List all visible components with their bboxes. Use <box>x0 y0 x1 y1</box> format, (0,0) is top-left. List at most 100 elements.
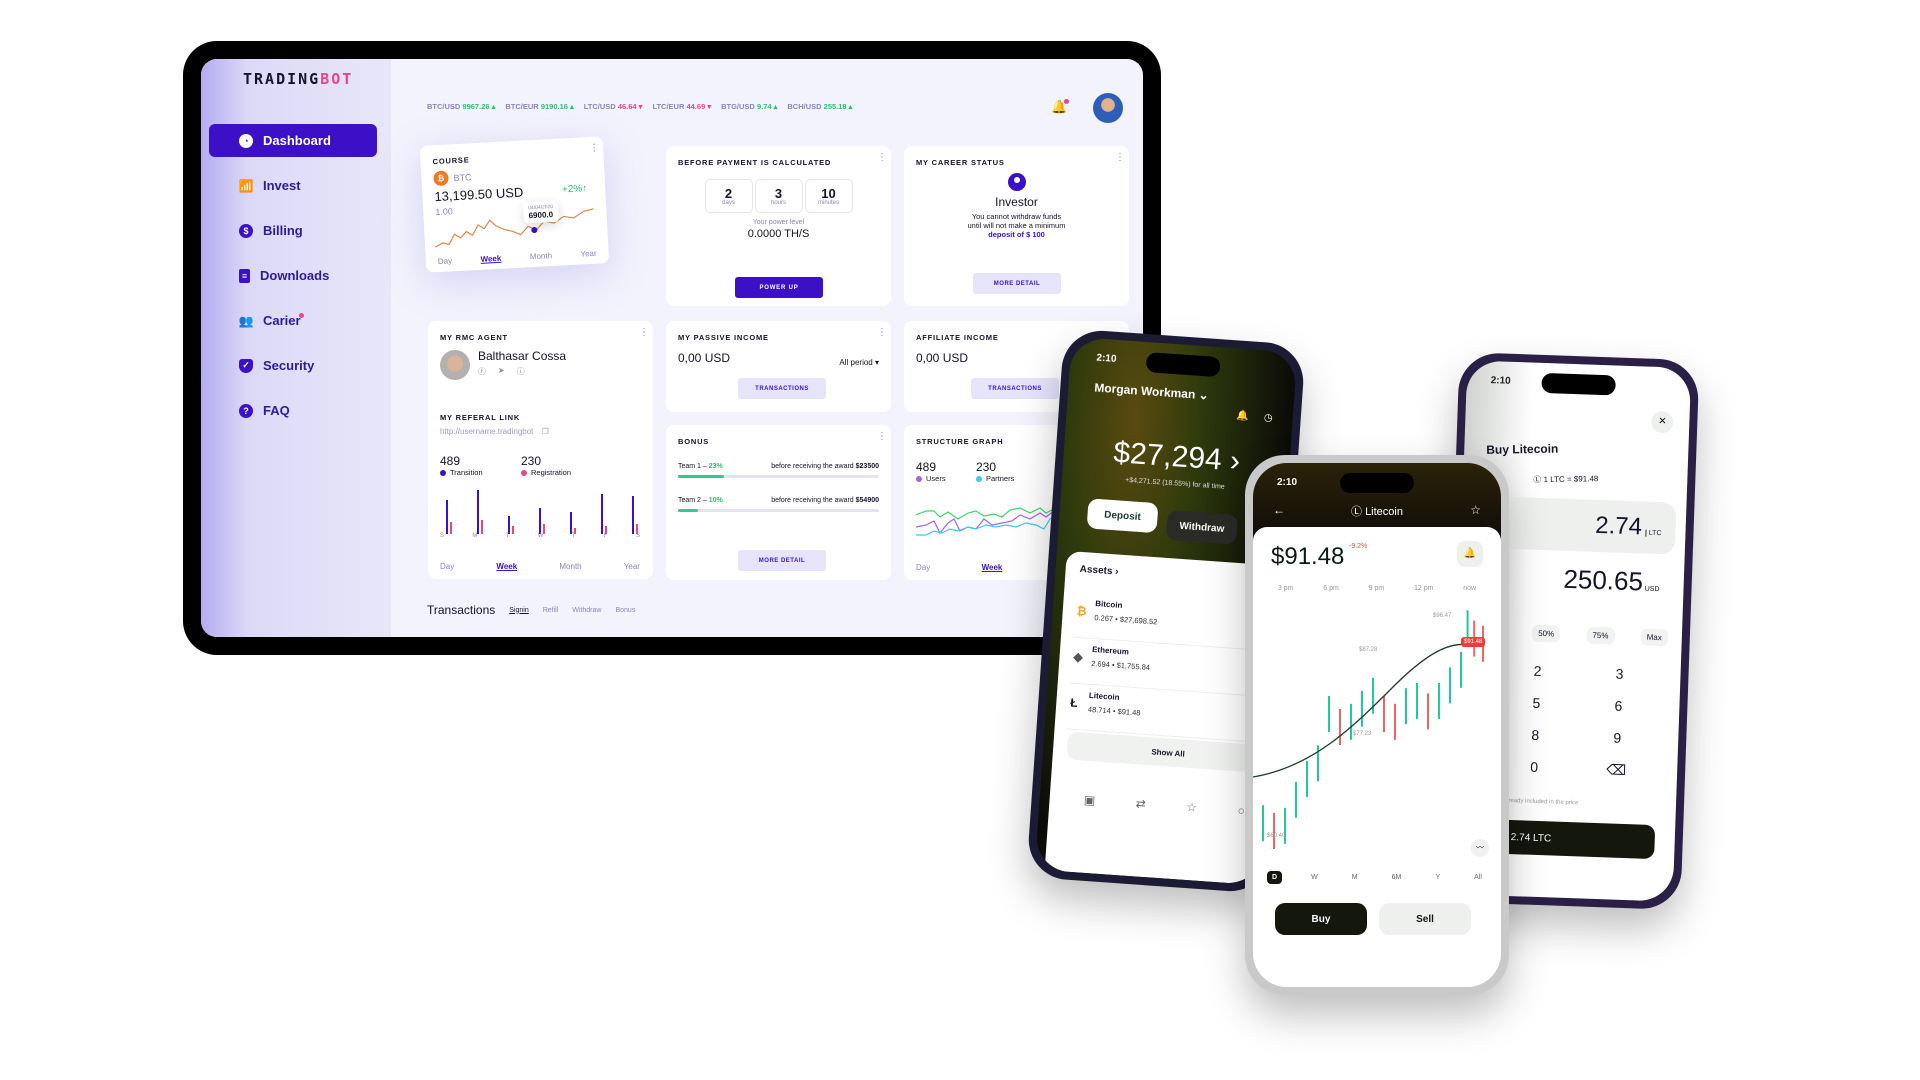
agent-card: MY RMC AGENT ⋮ Balthasar Cossa ⓕ ➤ ⓘ MY RE… <box>428 321 653 579</box>
countdown-minutes: 10 minutes <box>804 179 853 213</box>
power-up-button[interactable]: POWER UP <box>735 277 823 298</box>
withdraw-button[interactable]: Withdraw <box>1165 509 1238 545</box>
more-detail-button[interactable]: MORE DETAIL <box>738 550 826 571</box>
deposit-button[interactable]: Deposit <box>1086 498 1159 534</box>
course-change: +2%↑ <box>561 183 588 196</box>
linkedin-icon[interactable]: ⓘ <box>517 366 525 377</box>
key-6[interactable]: 6 <box>1577 696 1660 715</box>
tab-month[interactable]: Month <box>559 562 581 571</box>
bar-day-labels: SMTWTFS <box>440 533 640 539</box>
tab-signin[interactable]: Signin <box>509 607 528 614</box>
tab-week[interactable]: Week <box>496 562 517 571</box>
percent-button[interactable]: Max <box>1640 628 1669 647</box>
sidebar-item-invest[interactable]: 📶 Invest <box>209 169 377 202</box>
sidebar-item-security[interactable]: ✓ Security <box>209 349 377 382</box>
bell-icon[interactable]: 🔔 <box>1236 410 1249 422</box>
user-avatar[interactable] <box>1093 93 1123 123</box>
stat-users: 489 Users <box>916 460 946 483</box>
percent-button[interactable]: 50% <box>1531 624 1561 643</box>
key-9[interactable]: 9 <box>1576 728 1659 747</box>
backspace-icon[interactable]: ⌫ <box>1575 760 1658 780</box>
agent-name: Balthasar Cossa <box>478 349 567 363</box>
logo-accent: BOT <box>320 70 354 88</box>
course-line-chart <box>434 208 594 248</box>
stat-registration: 230 Registration <box>521 454 572 477</box>
coin-label: BTC <box>453 171 472 183</box>
range-all[interactable]: All <box>1469 871 1487 884</box>
tab-month[interactable]: Month <box>530 251 553 261</box>
more-menu-icon[interactable]: ⋮ <box>639 328 649 338</box>
transactions-title: Transactions <box>427 603 496 617</box>
range-6m[interactable]: 6M <box>1387 871 1407 884</box>
swap-icon[interactable]: ⇄ <box>1135 796 1146 811</box>
asset-name: Ethereum <box>1091 644 1130 657</box>
ethereum-icon: ◆ <box>1073 649 1084 665</box>
current-price-tag: $91.48 <box>1461 637 1486 647</box>
tab-bonus[interactable]: Bonus <box>615 607 635 614</box>
tab-day[interactable]: Day <box>440 562 454 571</box>
countdown-hours: 3 hours <box>754 179 803 213</box>
history-icon[interactable]: ◷ <box>1264 412 1273 424</box>
sidebar-item-downloads[interactable]: ≡ Downloads <box>209 259 377 292</box>
key-3[interactable]: 3 <box>1578 664 1661 683</box>
more-menu-icon[interactable]: ⋮ <box>589 142 600 154</box>
telegram-icon[interactable]: ➤ <box>498 366 505 377</box>
day-label: W <box>537 533 544 539</box>
question-icon: ? <box>239 403 253 418</box>
time-axis-labels: 3 pm 6 pm 9 pm 12 pm now <box>1263 585 1491 592</box>
tab-year[interactable]: Year <box>580 249 597 259</box>
time-label: 9 pm <box>1368 585 1385 592</box>
more-menu-icon[interactable]: ⋮ <box>877 328 887 338</box>
bar <box>539 508 541 534</box>
tab-day[interactable]: Day <box>916 563 930 572</box>
dollar-icon: $ <box>239 223 253 238</box>
course-period-tabs: Day Week Month Year <box>438 249 597 266</box>
facebook-icon[interactable]: ⓕ <box>478 366 486 377</box>
range-m[interactable]: M <box>1347 871 1363 884</box>
career-note: until will not make a minimum <box>967 221 1066 230</box>
range-w[interactable]: W <box>1306 871 1323 884</box>
tab-day[interactable]: Day <box>438 256 453 266</box>
referral-link[interactable]: http://username.tradingbot <box>440 427 533 436</box>
tab-week[interactable]: Week <box>480 254 501 264</box>
sidebar-item-dashboard[interactable]: ◔ Dashboard <box>209 124 377 157</box>
tab-year[interactable]: Year <box>624 562 640 571</box>
more-menu-icon[interactable]: ⋮ <box>877 432 887 442</box>
ticker-item: BTC/EUR 9190.16 ▴ <box>505 102 574 111</box>
range-d[interactable]: D <box>1267 871 1283 884</box>
range-y[interactable]: Y <box>1430 871 1445 884</box>
more-menu-icon[interactable]: ⋮ <box>1115 153 1125 163</box>
time-label: 12 pm <box>1413 585 1434 592</box>
sell-button[interactable]: Sell <box>1379 903 1471 935</box>
more-menu-icon[interactable]: ⋮ <box>877 153 887 163</box>
copy-icon[interactable]: ❐ <box>542 427 549 436</box>
tab-week[interactable]: Week <box>982 563 1003 572</box>
asset-name: Litecoin <box>1088 690 1120 702</box>
percent-button[interactable]: 75% <box>1586 626 1615 645</box>
bell-icon[interactable]: 🔔 <box>1051 99 1070 115</box>
sidebar-item-billing[interactable]: $ Billing <box>209 214 377 247</box>
transactions-button[interactable]: TRANSACTIONS <box>738 378 826 399</box>
agent-bar-chart <box>446 490 638 534</box>
ticker-item: BTG/USD 9.74 ▴ <box>721 102 778 111</box>
more-detail-button[interactable]: MORE DETAIL <box>973 273 1061 294</box>
wallet-icon[interactable]: ▣ <box>1083 793 1095 808</box>
period-select[interactable]: All period ▾ <box>839 358 879 367</box>
sidebar-item-label: FAQ <box>263 403 290 418</box>
close-icon[interactable]: ✕ <box>1650 410 1674 434</box>
price-alert-bell-icon[interactable]: 🔔 <box>1457 541 1483 567</box>
account-switcher[interactable]: Morgan Workman ⌄ <box>1094 380 1209 402</box>
transactions-button[interactable]: TRANSACTIONS <box>971 378 1059 399</box>
bitcoin-icon: ₿ <box>433 170 449 187</box>
tab-refill[interactable]: Refill <box>543 607 559 614</box>
buy-button[interactable]: Buy <box>1275 903 1367 935</box>
tab-withdraw[interactable]: Withdraw <box>572 607 601 614</box>
assets-title[interactable]: Assets › <box>1079 564 1119 578</box>
sidebar-item-carier[interactable]: 👥 Carier <box>209 304 377 337</box>
chart-type-icon[interactable]: 〰 <box>1471 839 1489 857</box>
favorite-star-icon[interactable]: ☆ <box>1470 503 1481 517</box>
tooltip-value: 6900.0 <box>528 210 554 221</box>
card-title: BONUS <box>678 437 710 446</box>
star-icon[interactable]: ☆ <box>1186 800 1198 815</box>
sidebar-item-faq[interactable]: ? FAQ <box>209 394 377 427</box>
